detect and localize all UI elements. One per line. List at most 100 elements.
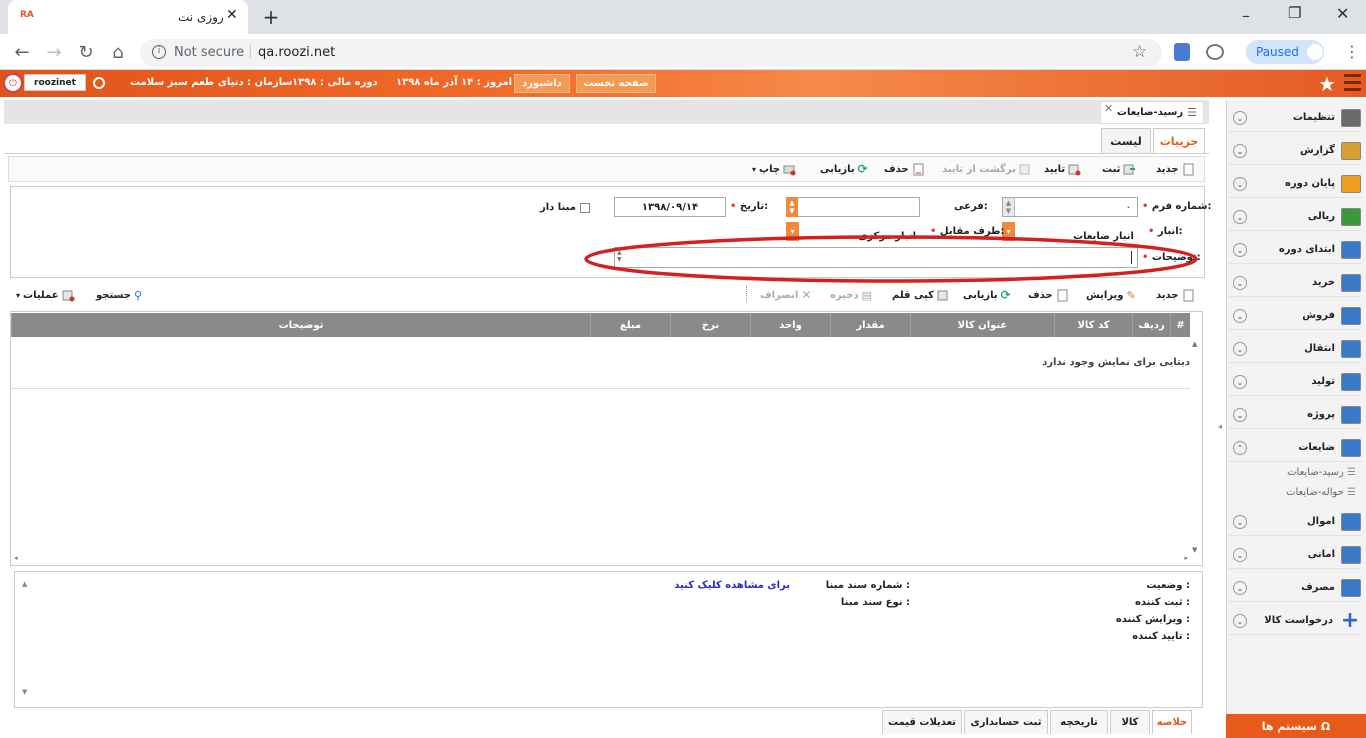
grid-hscrollbar[interactable]: ◂ ▸ <box>12 554 1190 564</box>
copy-item-button[interactable]: کپی قلم <box>892 287 950 303</box>
col-unit-header[interactable]: واحد <box>750 313 830 337</box>
sub-field[interactable] <box>786 197 920 217</box>
sidebar-item-currency[interactable]: ریالی <box>1229 203 1361 231</box>
chevron-settings-icon[interactable]: ⌄ <box>1233 111 1247 125</box>
extension-icon[interactable] <box>1174 43 1190 61</box>
view-base-doc-link[interactable]: برای مشاهده کلیک کنید <box>674 580 790 591</box>
restore-button[interactable]: ❐ <box>1288 4 1301 22</box>
col-desc-header[interactable]: توضیحات <box>11 313 590 337</box>
col-rate-header[interactable]: نرخ <box>670 313 750 337</box>
sidebar-item-settings[interactable]: تنظیمات <box>1229 104 1361 132</box>
chevron-currency-icon[interactable]: ⌄ <box>1233 210 1247 224</box>
chevron-consignment-icon[interactable]: ⌄ <box>1233 548 1247 562</box>
save-button[interactable]: ذخیره ▤ <box>830 287 872 303</box>
chevron-consumption-icon[interactable]: ⌄ <box>1233 581 1247 595</box>
sub-stepper[interactable]: ▲ ▼ <box>786 197 798 217</box>
back-icon[interactable]: ← <box>8 38 36 66</box>
reload-icon[interactable]: ↻ <box>72 38 100 66</box>
power-icon[interactable]: ⏻ <box>3 73 23 93</box>
grid-edit-button[interactable]: ویرایش ✎ <box>1086 287 1136 303</box>
tab-close-icon[interactable]: ✕ <box>226 7 238 23</box>
new-button[interactable]: جدید <box>1156 161 1195 177</box>
chevron-purchase-icon[interactable]: ⌄ <box>1233 276 1247 290</box>
date-field[interactable]: ۱۳۹۸/۰۹/۱۴ <box>614 197 726 217</box>
tab-details[interactable]: جزییات <box>1153 128 1205 154</box>
sidebar-item-assets[interactable]: اموال <box>1229 508 1361 536</box>
chevron-goods-request-icon[interactable]: ⌄ <box>1233 614 1247 628</box>
sidebar-item-sales[interactable]: فروش <box>1229 302 1361 330</box>
sidebar-item-period-end[interactable]: پایان دوره <box>1229 170 1361 198</box>
print-button[interactable]: ▾ چاپ <box>752 161 796 177</box>
col-hash-header[interactable]: # <box>1170 313 1190 337</box>
col-title-header[interactable]: عنوان کالا <box>910 313 1054 337</box>
bookmark-star-icon[interactable]: ☆ <box>1132 42 1147 62</box>
sidebar-subitem-waste-receipt[interactable]: رسید-ضایعات ☰ <box>1240 467 1356 485</box>
grid-new-button[interactable]: جدید <box>1156 287 1195 303</box>
sidebar-subitem-waste-issue[interactable]: حواله-ضایعات ☰ <box>1240 487 1356 505</box>
user-badge[interactable]: roozinet <box>24 74 86 91</box>
profile-button[interactable]: Paused <box>1246 40 1324 64</box>
home-button[interactable]: صفحه نخست <box>576 74 656 93</box>
refresh-button[interactable]: بازیابی ⟳ <box>820 161 868 177</box>
address-bar[interactable]: i Not secure | qa.roozi.net ☆ <box>140 39 1162 67</box>
sidebar-item-purchase[interactable]: خرید <box>1229 269 1361 297</box>
sidebar-item-consumption[interactable]: مصرف <box>1229 574 1361 602</box>
operations-button[interactable]: ▾ عملیات <box>16 287 75 303</box>
tab-summary[interactable]: خلاصه <box>1152 710 1192 734</box>
new-tab-button[interactable]: + <box>258 4 284 30</box>
extension-eye-icon[interactable] <box>1206 44 1224 60</box>
grid-vscrollbar[interactable]: ▲ ▼ <box>1192 340 1202 554</box>
sidebar-item-goods-request[interactable]: درخواست کالا + <box>1229 607 1361 635</box>
minimize-button[interactable]: – <box>1242 6 1250 25</box>
page-tab[interactable]: رسید-ضایعات ☰ <box>1100 101 1204 124</box>
tab-price-adjust[interactable]: تعدیلات قیمت <box>882 710 962 734</box>
col-qty-header[interactable]: مقدار <box>830 313 910 337</box>
info-icon[interactable]: i <box>152 45 166 59</box>
browser-tab[interactable]: RA روزی نت ✕ <box>8 0 248 34</box>
settings-gear-icon[interactable] <box>93 77 105 89</box>
unapprove-button[interactable]: برگشت از تایید <box>942 161 1032 177</box>
sidebar-item-reports[interactable]: گزارش <box>1229 137 1361 165</box>
tab-list[interactable]: لیست <box>1101 128 1151 154</box>
chevron-assets-icon[interactable]: ⌄ <box>1233 515 1247 529</box>
col-row-header[interactable]: ردیف <box>1132 313 1170 337</box>
cancel-button[interactable]: انصراف ✕ <box>760 287 811 303</box>
sidebar-item-waste[interactable]: ضایعات <box>1229 434 1361 462</box>
tab-goods[interactable]: کالا <box>1110 710 1150 734</box>
delete-button[interactable]: حذف <box>884 161 925 177</box>
tab-history[interactable]: تاریخچه <box>1050 710 1108 734</box>
register-button[interactable]: ثبت <box>1102 161 1136 177</box>
chevron-period-start-icon[interactable]: ⌄ <box>1233 243 1247 257</box>
form-no-stepper[interactable]: ▲ ▼ <box>1003 198 1015 216</box>
summary-scrollbar[interactable]: ▲ ▼ <box>22 578 38 698</box>
sidebar-item-transfer[interactable]: انتقال <box>1229 335 1361 363</box>
sidebar-item-consignment[interactable]: امانی <box>1229 541 1361 569</box>
col-amount-header[interactable]: مبلغ <box>590 313 670 337</box>
chevron-waste-icon[interactable]: ⌃ <box>1233 441 1247 455</box>
home-icon[interactable]: ⌂ <box>104 38 132 66</box>
chevron-period-end-icon[interactable]: ⌄ <box>1233 177 1247 191</box>
chevron-sales-icon[interactable]: ⌄ <box>1233 309 1247 323</box>
page-tab-close-icon[interactable]: ✕ <box>1104 102 1113 115</box>
grid-refresh-button[interactable]: بازیابی ⟳ <box>963 287 1011 303</box>
chevron-transfer-icon[interactable]: ⌄ <box>1233 342 1247 356</box>
browser-menu-icon[interactable]: ⋮ <box>1344 42 1360 61</box>
form-no-field[interactable]: ۰ <box>1002 197 1138 217</box>
collapse-sidebar-icon[interactable]: ◂ <box>1218 422 1222 431</box>
search-button[interactable]: جستجو ⚲ <box>96 287 142 303</box>
col-code-header[interactable]: کد کالا <box>1054 313 1132 337</box>
sidebar-item-production[interactable]: تولید <box>1229 368 1361 396</box>
forward-icon[interactable]: → <box>40 38 68 66</box>
chevron-project-icon[interactable]: ⌄ <box>1233 408 1247 422</box>
tab-accounting[interactable]: ثبت حسابداری <box>964 710 1048 734</box>
chevron-reports-icon[interactable]: ⌄ <box>1233 144 1247 158</box>
dashboard-button[interactable]: داشبورد <box>514 74 570 93</box>
menu-hamburger-icon[interactable] <box>1344 74 1361 91</box>
base-checkbox[interactable] <box>579 202 590 213</box>
systems-button[interactable]: سیستم ها Ω <box>1226 714 1366 738</box>
base-checkbox-row[interactable]: مبنا دار <box>540 202 590 213</box>
approve-button[interactable]: تایید <box>1044 161 1081 177</box>
chevron-production-icon[interactable]: ⌄ <box>1233 375 1247 389</box>
sidebar-item-project[interactable]: پروژه <box>1229 401 1361 429</box>
sidebar-item-period-start[interactable]: ابتدای دوره <box>1229 236 1361 264</box>
